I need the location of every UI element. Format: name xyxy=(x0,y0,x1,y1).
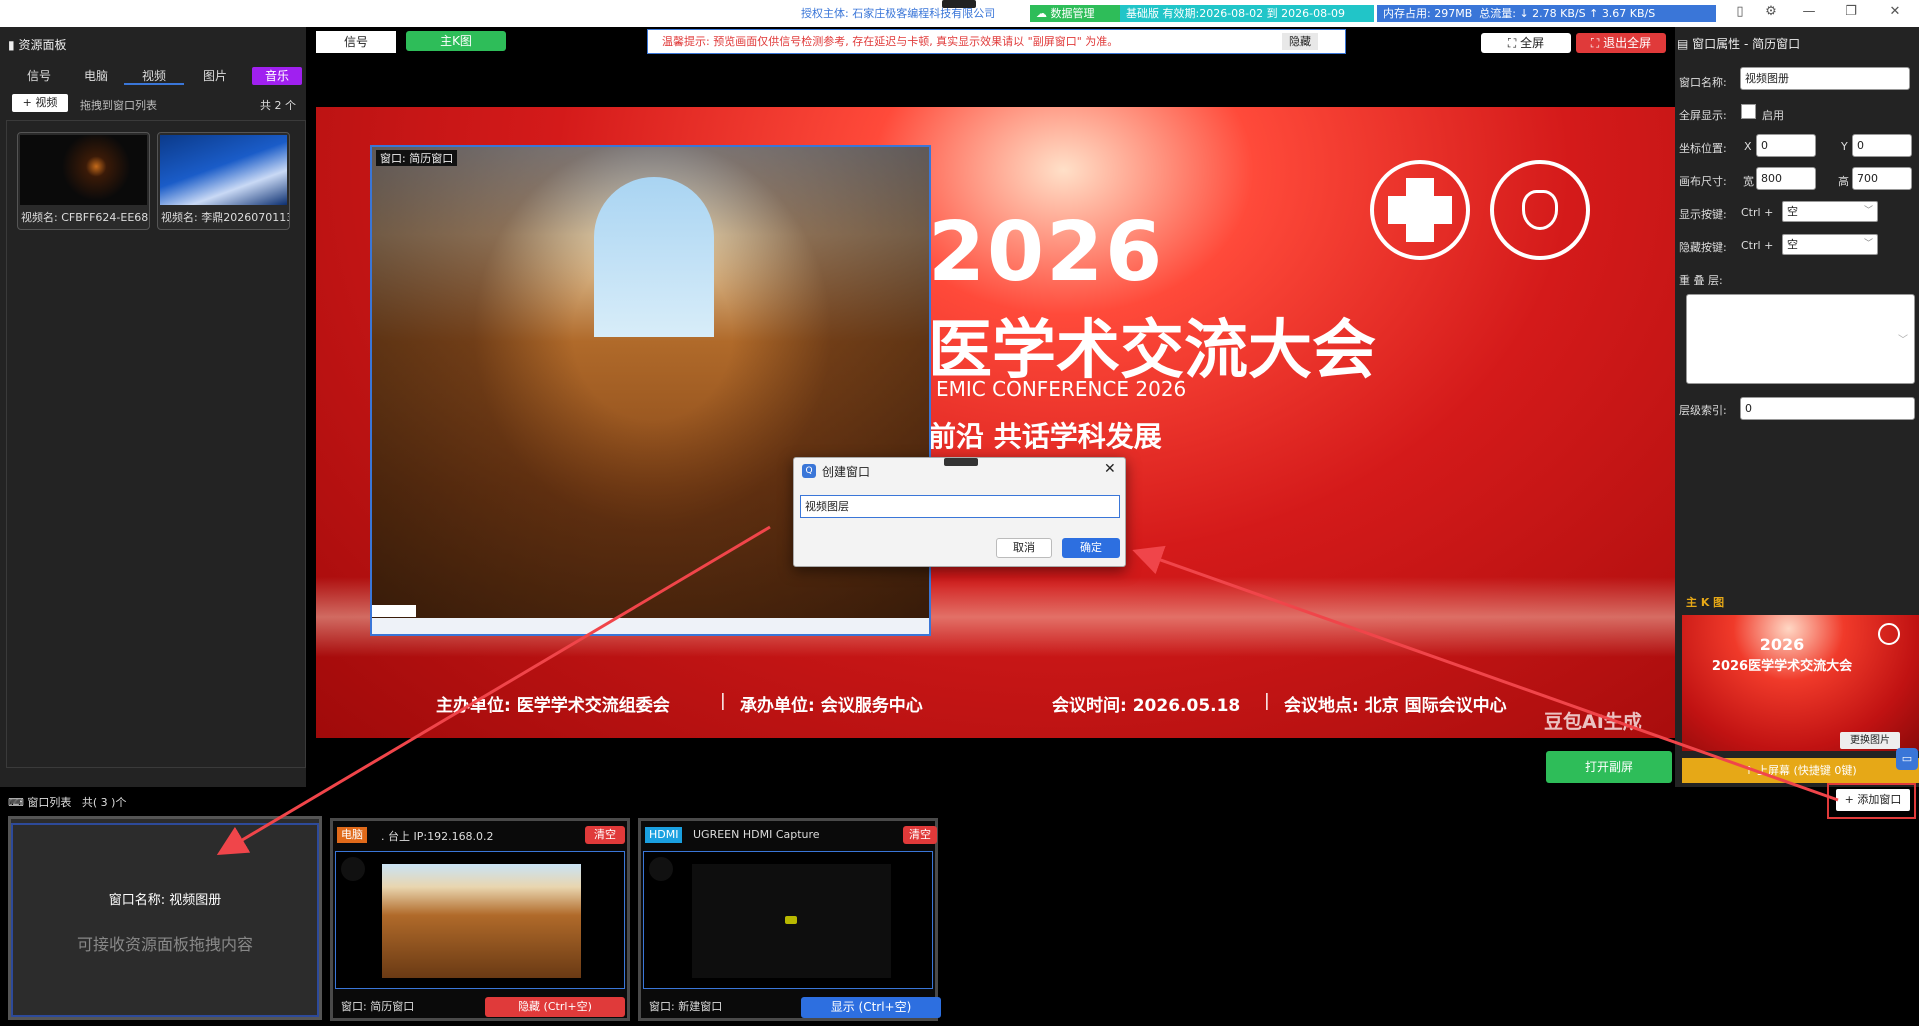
arrow-line xyxy=(216,525,771,856)
annotation-arrows xyxy=(216,525,1839,856)
arrow-line xyxy=(1132,545,1839,802)
